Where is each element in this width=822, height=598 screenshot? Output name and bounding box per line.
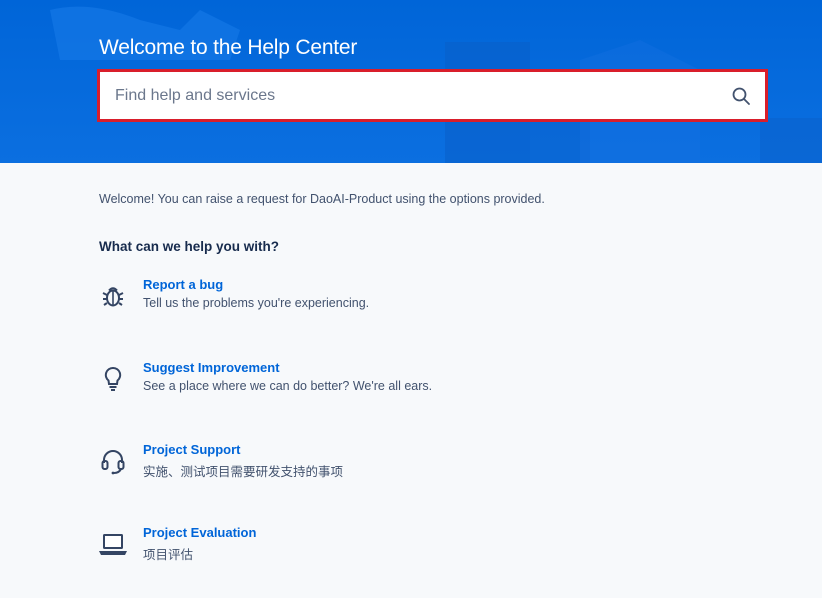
search-box[interactable] <box>97 69 768 122</box>
request-type-report-bug[interactable]: Report a bug Tell us the problems you're… <box>97 277 517 323</box>
request-type-description: 实施、测试项目需要研发支持的事项 <box>143 465 344 479</box>
bug-icon <box>102 287 124 307</box>
request-type-name[interactable]: Project Support <box>143 442 241 457</box>
request-type-project-evaluation[interactable]: Project Evaluation 项目评估 <box>97 525 517 571</box>
request-type-description: Tell us the problems you're experiencing… <box>143 296 370 310</box>
search-input[interactable] <box>100 72 765 119</box>
request-type-name[interactable]: Suggest Improvement <box>143 360 280 375</box>
request-type-name[interactable]: Report a bug <box>143 277 223 292</box>
lightbulb-icon <box>104 366 122 391</box>
laptop-icon <box>99 534 127 555</box>
welcome-message: Welcome! You can raise a request for Dao… <box>99 192 545 206</box>
headset-icon <box>101 450 125 475</box>
section-heading: What can we help you with? <box>99 239 280 254</box>
request-type-description: See a place where we can do better? We'r… <box>143 379 433 393</box>
search-icon[interactable] <box>731 86 751 106</box>
request-type-project-support[interactable]: Project Support 实施、测试项目需要研发支持的事项 <box>97 442 517 488</box>
request-type-suggest-improvement[interactable]: Suggest Improvement See a place where we… <box>97 360 517 406</box>
hero-banner: Welcome to the Help Center <box>0 0 822 163</box>
request-type-description: 项目评估 <box>143 548 194 562</box>
request-type-name[interactable]: Project Evaluation <box>143 525 256 540</box>
page-title: Welcome to the Help Center <box>99 36 358 59</box>
